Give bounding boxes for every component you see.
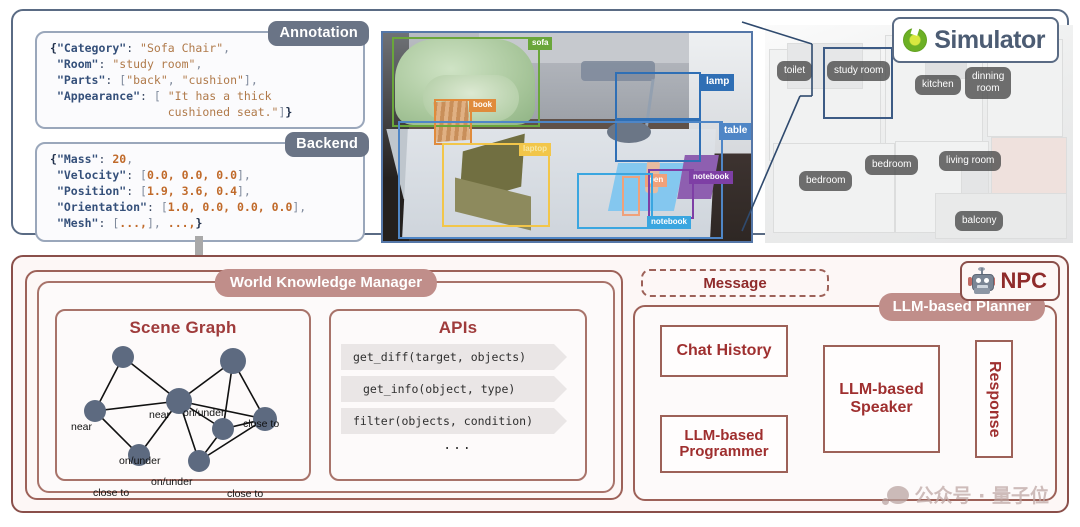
- scene-graph-box: Scene Graph near near on/under close to …: [55, 309, 311, 500]
- room-tag-study-room: study room: [827, 61, 891, 81]
- bbox-label-notebook-purple: notebook: [689, 171, 733, 184]
- bbox-notebook-purple: [648, 169, 694, 219]
- npc-badge: NPC: [959, 261, 1060, 301]
- api-chip-filter[interactable]: filter(objects, condition): [341, 408, 567, 434]
- npc-panel: World Knowledge Manager Scene Graph near…: [11, 255, 1069, 513]
- world-knowledge-manager-outer: World Knowledge Manager Scene Graph near…: [25, 269, 623, 500]
- annotation-json: {"Category": "Sofa Chair", "Room": "stud…: [50, 41, 293, 119]
- bbox-lamp: [615, 72, 701, 120]
- llm-based-planner-box: LLM-based Planner Chat History LLM-based…: [633, 293, 1057, 501]
- edge-label-on-under-3: on/under: [151, 476, 193, 488]
- simulator-title: Simulator: [934, 25, 1045, 54]
- apis-title: APIs: [438, 318, 478, 337]
- room-tag-dinning-room: dinning room: [965, 67, 1012, 99]
- edge-label-on-under-1: on/under: [183, 407, 225, 419]
- response-label: Response: [985, 360, 1003, 438]
- bbox-label-laptop: laptop: [519, 143, 551, 156]
- apis-box: APIs get_diff(target, objects) get_info(…: [329, 309, 587, 481]
- simulator-badge: Simulator: [892, 17, 1059, 63]
- bbox-label-lamp: lamp: [701, 74, 735, 91]
- llm-based-speaker-box: LLM-based Speaker: [823, 345, 940, 453]
- backend-tag: Backend: [285, 132, 369, 157]
- room-tag-bedroom-2: bedroom: [865, 155, 919, 175]
- edge-label-close-to-1: close to: [243, 418, 280, 430]
- annotation-tag: Annotation: [268, 21, 369, 46]
- bbox-laptop: [442, 143, 550, 227]
- annotated-scene-image: sofa book lamp table laptop pen notebook…: [381, 31, 753, 243]
- llm-based-programmer-box: LLM-based Programmer: [660, 415, 788, 473]
- bbox-label-book: book: [469, 99, 497, 112]
- study-room-highlight: [823, 47, 893, 119]
- edge-label-close-to-3: close to: [227, 488, 264, 500]
- bbox-label-table: table: [719, 123, 751, 140]
- backend-json: {"Mass": 20, "Velocity": [0.0, 0.0, 0.0]…: [50, 152, 307, 230]
- annotation-card: {"Category": "Sofa Chair", "Room": "stud…: [35, 21, 369, 129]
- watermark: 公众号 · 量子位: [881, 481, 1049, 508]
- simulator-panel: {"Category": "Sofa Chair", "Room": "stud…: [11, 9, 1073, 243]
- room-tag-balcony: balcony: [955, 211, 1004, 231]
- room-tag-living-room: living room: [939, 151, 1002, 171]
- npc-title: NPC: [1000, 268, 1047, 293]
- bbox-notebook-blue: [577, 173, 653, 229]
- watermark-text: 公众号 · 量子位: [914, 485, 1049, 507]
- chat-history-box: Chat History: [660, 325, 788, 377]
- room-tag-toilet: toilet: [777, 61, 813, 81]
- response-box: Response: [975, 340, 1013, 458]
- api-chip-get-info[interactable]: get_info(object, type): [341, 376, 567, 402]
- bbox-label-sofa: sofa: [528, 37, 553, 50]
- room-tag-bedroom-1: bedroom: [799, 171, 853, 191]
- api-chip-get-diff[interactable]: get_diff(target, objects): [341, 344, 567, 370]
- room-tag-kitchen: kitchen: [915, 75, 961, 95]
- bbox-label-notebook-blue: notebook: [647, 216, 691, 229]
- diagram-canvas: {"Category": "Sofa Chair", "Room": "stud…: [0, 0, 1080, 527]
- world-knowledge-manager-inner: World Knowledge Manager Scene Graph near…: [37, 269, 615, 500]
- api-more-ellipsis: ...: [443, 438, 473, 453]
- world-knowledge-manager-pill: World Knowledge Manager: [214, 269, 438, 297]
- message-box: Message: [641, 269, 829, 297]
- edge-label-close-to-2: close to: [93, 487, 130, 499]
- backend-card: {"Mass": 20, "Velocity": [0.0, 0.0, 0.0]…: [35, 132, 369, 242]
- edge-label-near-1: near: [71, 421, 93, 433]
- edge-label-near-2: near: [149, 409, 171, 421]
- scene-graph-title: Scene Graph: [129, 318, 237, 337]
- wechat-icon: [881, 485, 909, 505]
- robot-icon: [968, 267, 996, 294]
- green-ring-logo-icon: [903, 28, 928, 52]
- edge-label-on-under-2: on/under: [119, 455, 161, 467]
